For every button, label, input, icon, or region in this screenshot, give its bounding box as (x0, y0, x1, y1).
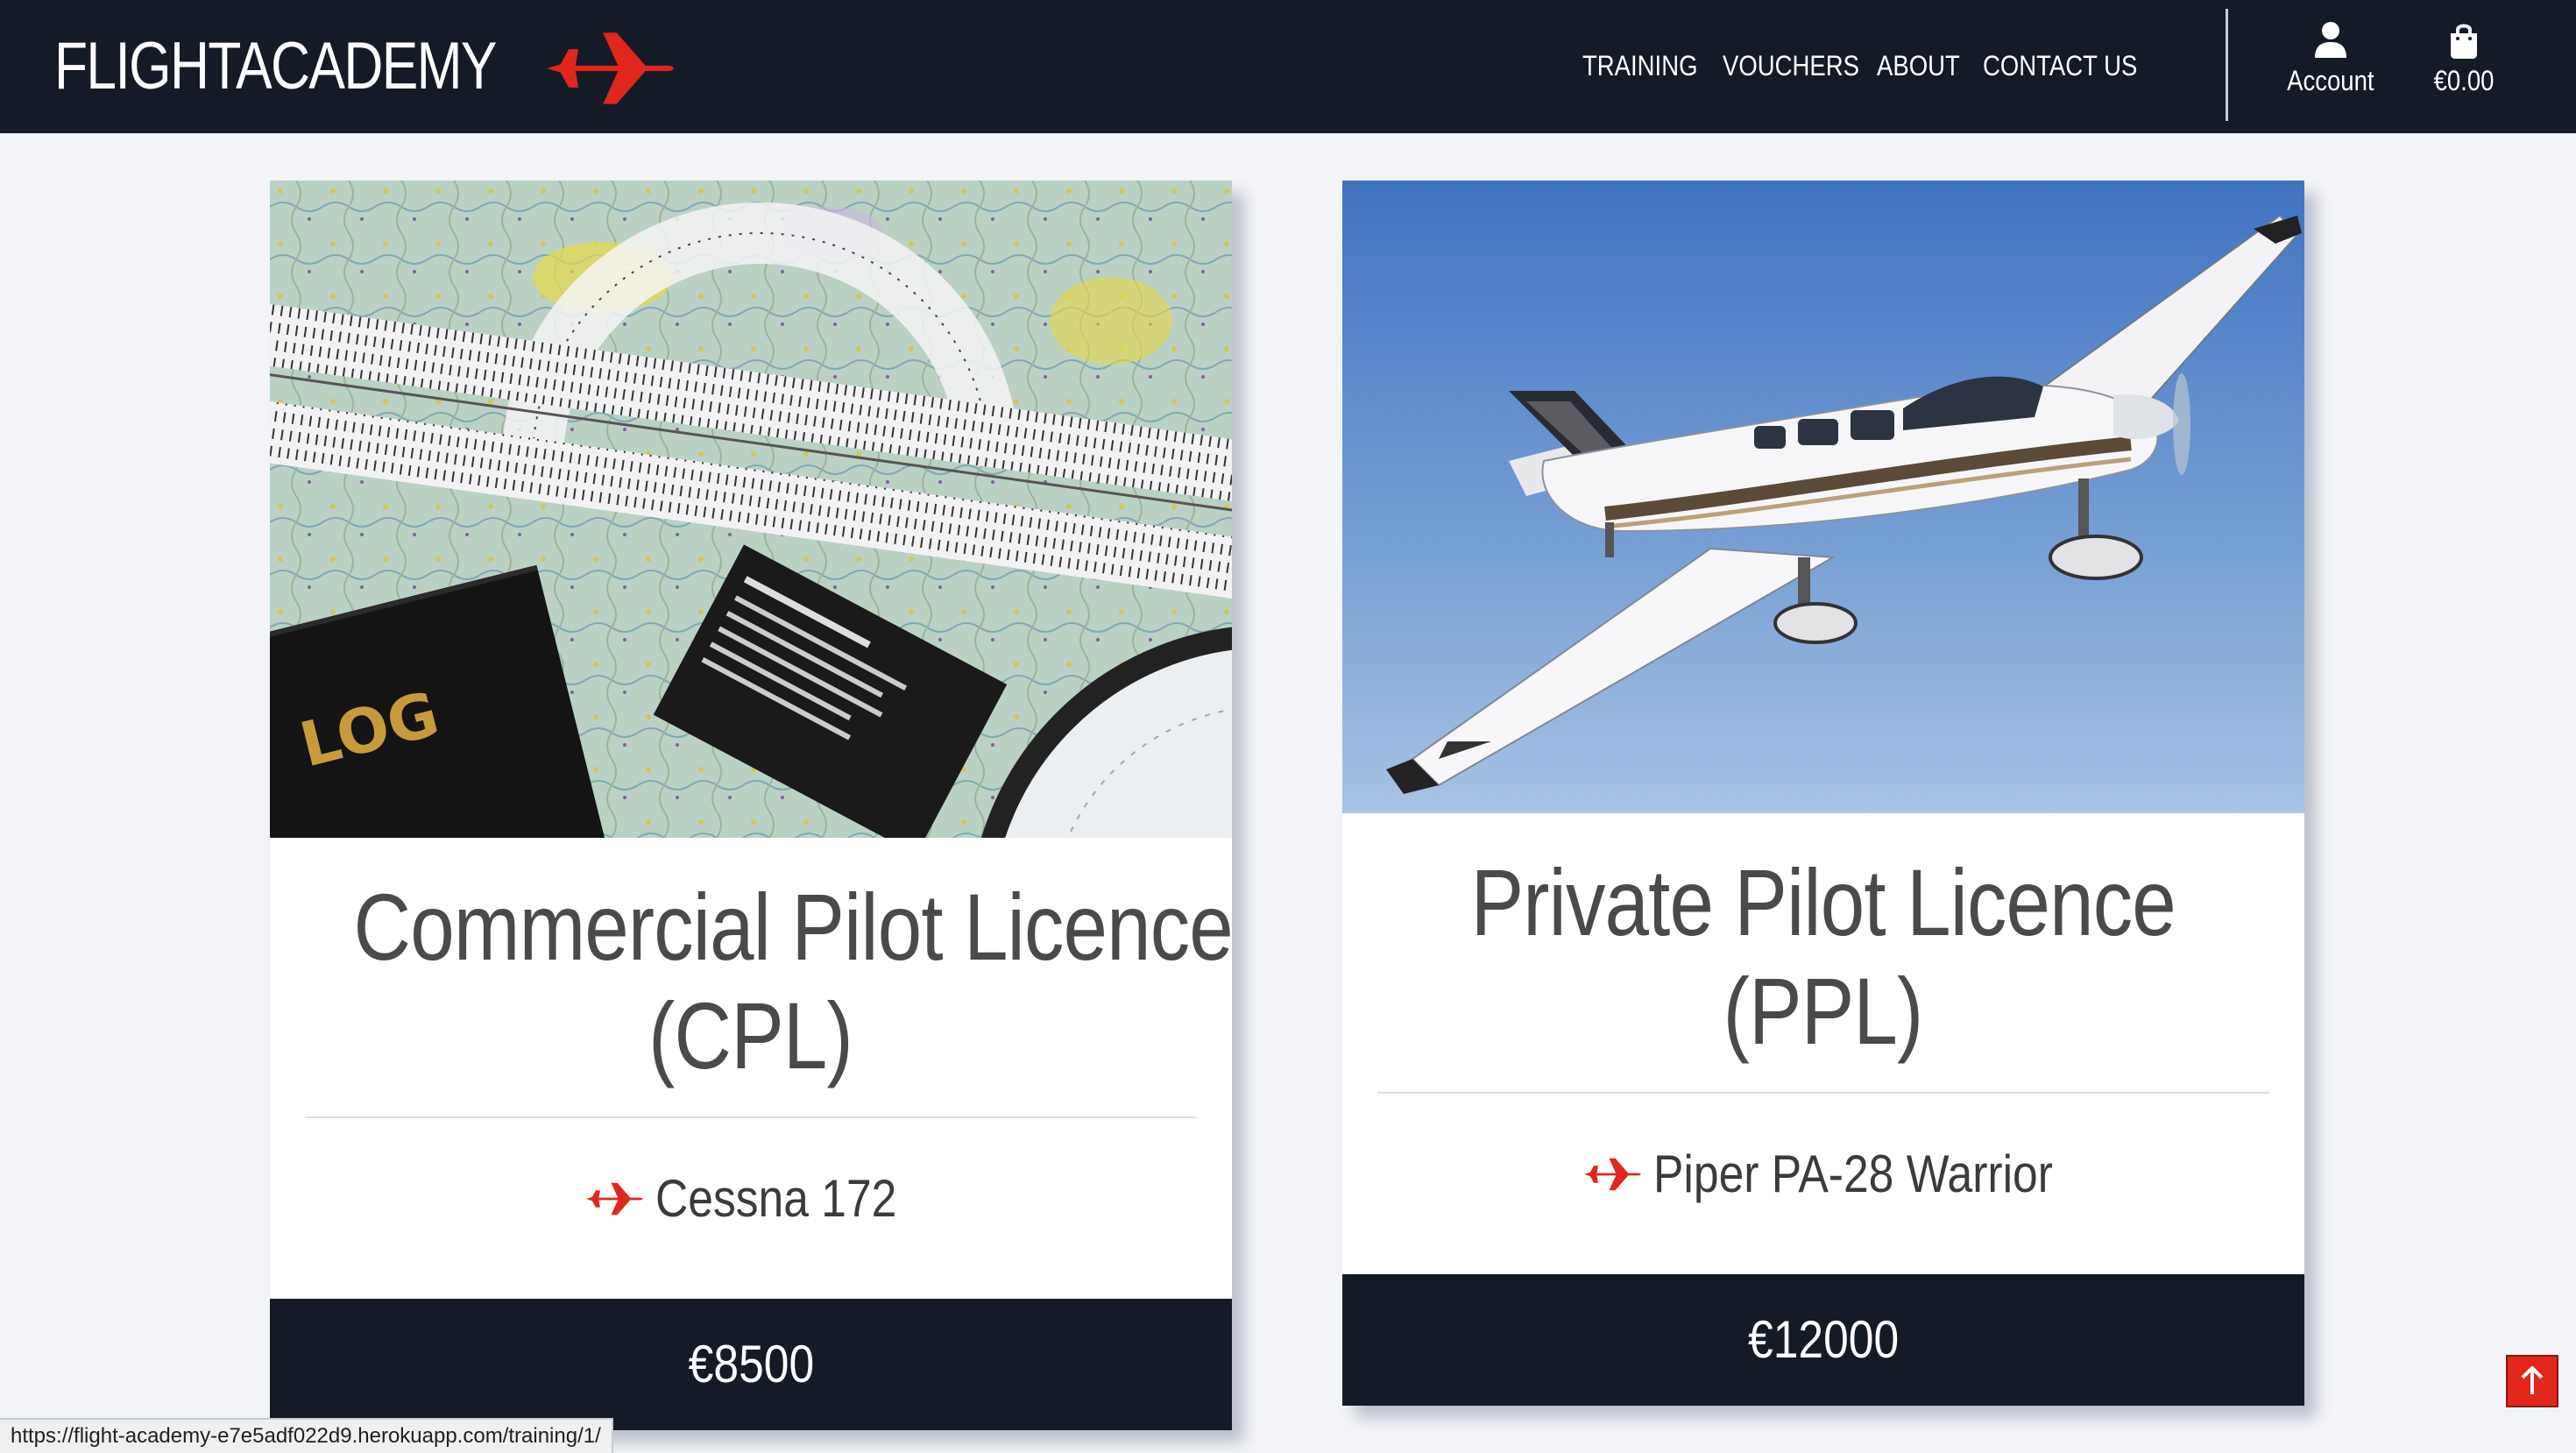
card-image-ppl[interactable] (1342, 181, 2304, 813)
account-button[interactable]: Account (2269, 21, 2392, 109)
airplane-icon (1583, 1158, 1641, 1191)
navbar: FLIGHTACADEMY TRAINING VOUCHERS ABOUT CO… (0, 0, 2576, 133)
aircraft-name-cpl: Cessna 172 (655, 1169, 897, 1228)
brand-logo-link[interactable]: FLIGHTACADEMY (54, 25, 674, 109)
nav-link-vouchers[interactable]: VOUCHERS (1723, 52, 1859, 80)
card-divider (1377, 1092, 2269, 1094)
card-title-line2-cpl: (CPL) (648, 982, 854, 1088)
card-divider (305, 1116, 1197, 1118)
card-title-line1-cpl: Commercial Pilot Licence (353, 874, 1234, 980)
account-label: Account (2287, 65, 2374, 96)
card-image-cpl[interactable]: LOG (270, 181, 1232, 838)
shopping-bag-icon (2451, 24, 2477, 59)
card-title-line2-ppl: (PPL) (1723, 958, 1924, 1064)
card-aircraft-cpl: Cessna 172 (270, 1164, 1232, 1234)
card-title-ppl[interactable]: Private Pilot Licence (PPL) (1342, 848, 2304, 1066)
airplane-icon (547, 32, 674, 104)
training-card-ppl[interactable]: Private Pilot Licence (PPL) Piper PA-28 … (1342, 181, 2304, 1406)
shopping-bag-button[interactable]: €0.00 (2411, 21, 2516, 109)
card-title-line1-ppl: Private Pilot Licence (1470, 849, 2176, 955)
brand-name: FLIGHTACADEMY (54, 29, 497, 103)
card-title-cpl[interactable]: Commercial Pilot Licence (CPL) (270, 873, 1234, 1090)
nav-link-training[interactable]: TRAINING (1582, 52, 1697, 80)
nav-divider (2226, 9, 2228, 121)
arrow-up-icon (2521, 1366, 2544, 1394)
nav-link-contact-us[interactable]: CONTACT US (1983, 52, 2137, 80)
user-icon (2315, 22, 2346, 58)
aircraft-in-flight-photo (1342, 181, 2304, 813)
price-text-cpl: €8500 (688, 1335, 814, 1393)
aircraft-name-ppl: Piper PA-28 Warrior (1653, 1145, 2053, 1203)
airplane-icon (585, 1182, 643, 1216)
browser-status-url: https://flight-academy-e7e5adf022d9.hero… (0, 1418, 613, 1453)
nav-link-about[interactable]: ABOUT (1877, 52, 1960, 80)
training-card-cpl[interactable]: LOG Commercial Pilot Licence (CPL) Cessn… (270, 181, 1234, 1430)
bag-total: €0.00 (2433, 65, 2495, 96)
card-price-ppl[interactable]: €12000 (1342, 1274, 2304, 1406)
card-aircraft-ppl: Piper PA-28 Warrior (1342, 1139, 2304, 1209)
card-price-cpl[interactable]: €8500 (270, 1299, 1232, 1430)
price-text-ppl: €12000 (1747, 1310, 1900, 1369)
chart-and-plotter-photo: LOG (270, 181, 1232, 838)
scroll-to-top-button[interactable] (2506, 1355, 2558, 1407)
